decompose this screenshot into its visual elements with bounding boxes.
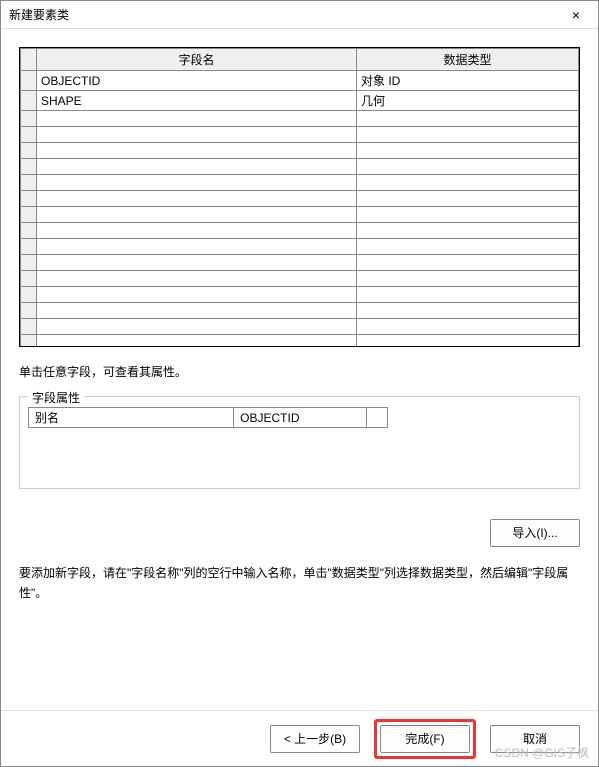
cell-fieldname[interactable]: SHAPE: [37, 91, 357, 111]
cell-datatype[interactable]: [357, 191, 579, 207]
table-row-empty[interactable]: [21, 143, 579, 159]
import-button[interactable]: 导入(I)...: [490, 519, 580, 547]
table-row-empty[interactable]: [21, 223, 579, 239]
row-selector[interactable]: [21, 127, 37, 143]
row-selector[interactable]: [21, 159, 37, 175]
finish-highlight: 完成(F): [374, 719, 476, 759]
cell-fieldname[interactable]: [37, 239, 357, 255]
row-selector[interactable]: [21, 207, 37, 223]
hint-text: 单击任意字段，可查看其属性。: [19, 363, 580, 380]
row-header-blank: [21, 49, 37, 71]
finish-button[interactable]: 完成(F): [380, 725, 470, 753]
table-row-empty[interactable]: [21, 287, 579, 303]
row-selector[interactable]: [21, 255, 37, 271]
row-selector[interactable]: [21, 287, 37, 303]
table-row-empty[interactable]: [21, 255, 579, 271]
cell-fieldname[interactable]: [37, 303, 357, 319]
cell-datatype[interactable]: [357, 223, 579, 239]
row-selector[interactable]: [21, 319, 37, 335]
cell-datatype[interactable]: [357, 207, 579, 223]
row-selector[interactable]: [21, 175, 37, 191]
row-selector[interactable]: [21, 71, 37, 91]
import-row: 导入(I)...: [19, 519, 580, 547]
table-row-empty[interactable]: [21, 303, 579, 319]
close-icon[interactable]: ×: [562, 1, 590, 29]
cell-fieldname[interactable]: [37, 207, 357, 223]
table-row-empty[interactable]: [21, 319, 579, 335]
cell-fieldname[interactable]: [37, 143, 357, 159]
table-row-empty[interactable]: [21, 159, 579, 175]
back-button[interactable]: < 上一步(B): [270, 725, 360, 753]
row-selector[interactable]: [21, 271, 37, 287]
prop-alias-value[interactable]: OBJECTID: [234, 408, 367, 428]
field-properties-group: 字段属性 别名 OBJECTID: [19, 396, 580, 489]
table-row[interactable]: OBJECTID对象 ID: [21, 71, 579, 91]
col-header-fieldname[interactable]: 字段名: [37, 49, 357, 71]
window-title: 新建要素类: [9, 6, 69, 23]
cell-fieldname[interactable]: OBJECTID: [37, 71, 357, 91]
row-selector[interactable]: [21, 111, 37, 127]
cell-fieldname[interactable]: [37, 319, 357, 335]
dialog-footer: < 上一步(B) 完成(F) 取消: [1, 710, 598, 766]
field-properties-label: 字段属性: [28, 389, 84, 406]
cell-datatype[interactable]: [357, 303, 579, 319]
prop-alias-extra[interactable]: [367, 408, 388, 428]
cell-fieldname[interactable]: [37, 287, 357, 303]
field-properties-table: 别名 OBJECTID: [28, 407, 388, 428]
cell-datatype[interactable]: [357, 239, 579, 255]
row-selector[interactable]: [21, 239, 37, 255]
cell-datatype[interactable]: [357, 319, 579, 335]
row-selector[interactable]: [21, 91, 37, 111]
table-row[interactable]: SHAPE几何: [21, 91, 579, 111]
cell-fieldname[interactable]: [37, 111, 357, 127]
table-row-empty[interactable]: [21, 175, 579, 191]
dialog-window: 新建要素类 × 字段名 数据类型 OBJECTID对象 IDSHAPE几何 单击…: [0, 0, 599, 767]
cell-datatype[interactable]: [357, 287, 579, 303]
prop-alias-key[interactable]: 别名: [29, 408, 234, 428]
cell-fieldname[interactable]: [37, 223, 357, 239]
row-selector[interactable]: [21, 223, 37, 239]
row-selector[interactable]: [21, 335, 37, 348]
row-selector[interactable]: [21, 191, 37, 207]
cell-fieldname[interactable]: [37, 191, 357, 207]
cell-datatype[interactable]: [357, 255, 579, 271]
row-selector[interactable]: [21, 303, 37, 319]
instruction-text: 要添加新字段，请在"字段名称"列的空行中输入名称，单击"数据类型"列选择数据类型…: [19, 563, 580, 604]
titlebar: 新建要素类 ×: [1, 1, 598, 29]
table-row-empty[interactable]: [21, 335, 579, 348]
row-selector[interactable]: [21, 143, 37, 159]
table-row-empty[interactable]: [21, 127, 579, 143]
table-row-empty[interactable]: [21, 111, 579, 127]
cell-datatype[interactable]: 对象 ID: [357, 71, 579, 91]
cancel-button[interactable]: 取消: [490, 725, 580, 753]
table-row-empty[interactable]: [21, 207, 579, 223]
table-row-empty[interactable]: [21, 271, 579, 287]
cell-datatype[interactable]: [357, 159, 579, 175]
cell-fieldname[interactable]: [37, 127, 357, 143]
cell-datatype[interactable]: [357, 335, 579, 348]
cell-fieldname[interactable]: [37, 159, 357, 175]
table-row-empty[interactable]: [21, 191, 579, 207]
cell-datatype[interactable]: [357, 271, 579, 287]
table-row-empty[interactable]: [21, 239, 579, 255]
cell-datatype[interactable]: [357, 175, 579, 191]
cell-fieldname[interactable]: [37, 335, 357, 348]
cell-fieldname[interactable]: [37, 271, 357, 287]
cell-datatype[interactable]: [357, 127, 579, 143]
cell-datatype[interactable]: 几何: [357, 91, 579, 111]
dialog-content: 字段名 数据类型 OBJECTID对象 IDSHAPE几何 单击任意字段，可查看…: [1, 29, 598, 710]
cell-fieldname[interactable]: [37, 175, 357, 191]
cell-fieldname[interactable]: [37, 255, 357, 271]
fields-grid[interactable]: 字段名 数据类型 OBJECTID对象 IDSHAPE几何: [19, 47, 580, 347]
cell-datatype[interactable]: [357, 143, 579, 159]
col-header-datatype[interactable]: 数据类型: [357, 49, 579, 71]
cell-datatype[interactable]: [357, 111, 579, 127]
